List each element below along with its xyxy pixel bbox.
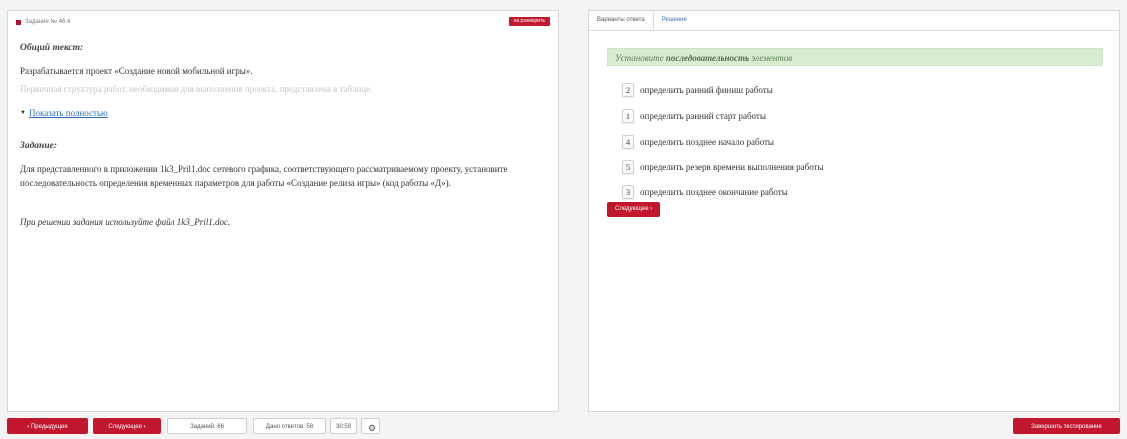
task-text: Для представленного в приложении 1k3_Pri… <box>20 164 508 188</box>
sequence-item-label: определить резерв времени выполнения раб… <box>640 162 824 172</box>
timer: 30:59 <box>330 418 357 434</box>
order-number-input[interactable]: 4 <box>622 135 634 149</box>
sequence-item-label: определить позднее окончание работы <box>640 187 788 197</box>
tasks-count: Заданий: 66 <box>167 418 247 434</box>
tab-answer-options[interactable]: Варианты ответа <box>589 11 654 30</box>
general-text-faded: Первичная структура работ, необходимая д… <box>20 84 373 94</box>
sequence-item[interactable]: 4 определить позднее начало работы <box>622 135 774 149</box>
tab-divider <box>589 30 1119 31</box>
show-more-label: Показать полностью <box>28 108 108 118</box>
expand-button[interactable]: на размерить <box>508 17 550 26</box>
finish-test-button[interactable]: Завершить тестирование <box>1013 418 1120 434</box>
square-marker-icon <box>16 19 21 25</box>
general-text: Разрабатывается проект «Создание новой м… <box>20 66 253 76</box>
next-button[interactable]: Следующее › <box>93 418 161 434</box>
tab-solution[interactable]: Решение <box>654 11 695 30</box>
answer-tabs: Варианты ответа Решение <box>589 11 695 30</box>
order-number-input[interactable]: 2 <box>622 83 634 97</box>
sequence-item[interactable]: 3 определить позднее окончание работы <box>622 185 788 199</box>
sequence-item[interactable]: 2 определить ранний финиш работы <box>622 83 773 97</box>
chevron-down-icon: ▼ <box>20 110 26 116</box>
banner-bold: последовательность <box>665 53 750 63</box>
sequence-item[interactable]: 5 определить резерв времени выполнения р… <box>622 160 824 174</box>
settings-icon[interactable]: ⚙ <box>361 418 380 434</box>
order-number-input[interactable]: 3 <box>622 185 634 199</box>
general-text-title: Общий текст: <box>20 43 84 53</box>
answered-count: Дано ответов: 58 <box>253 418 326 434</box>
task-number: Задание № 46.4 <box>25 19 71 25</box>
instruction-banner: Установите последовательность элементов <box>607 48 1103 66</box>
order-number-input[interactable]: 5 <box>622 160 634 174</box>
task-panel: Задание № 46.4 на размерить Общий текст:… <box>7 10 559 412</box>
previous-button[interactable]: ‹ Предыдущее <box>7 418 88 434</box>
answer-next-button[interactable]: Следующее › <box>607 202 661 217</box>
task-title: Задание: <box>20 141 57 151</box>
order-number-input[interactable]: 1 <box>622 109 634 123</box>
show-more-link[interactable]: ▼ Показать полностью <box>20 108 108 118</box>
sequence-item[interactable]: 1 определить ранний старт работы <box>622 109 766 123</box>
sequence-item-label: определить ранний старт работы <box>640 111 766 121</box>
sequence-item-label: определить позднее начало работы <box>640 137 774 147</box>
banner-suffix: элементов <box>751 53 793 63</box>
banner-prefix: Установите <box>615 53 664 63</box>
task-hint: При решении задания используйте файл 1k3… <box>20 217 231 227</box>
answer-panel: Варианты ответа Решение Установите после… <box>588 10 1120 412</box>
sequence-item-label: определить ранний финиш работы <box>640 85 773 95</box>
task-header: Задание № 46.4 <box>16 19 70 25</box>
